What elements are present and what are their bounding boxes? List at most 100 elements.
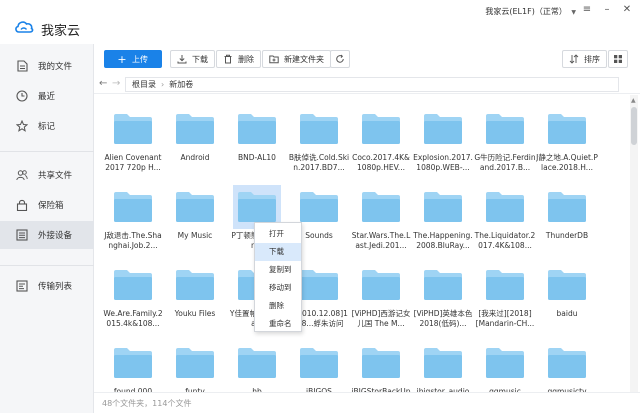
file-item[interactable]: iBIGOS	[288, 341, 350, 392]
file-icon	[16, 60, 28, 72]
grid-view-icon	[613, 54, 623, 64]
close-icon[interactable]: ✕	[620, 3, 634, 17]
file-name: We.Are.Family.2015.4k&108...	[103, 309, 163, 328]
file-item[interactable]: J静之地.A.Quiet.Place.2018.H...	[536, 107, 598, 173]
sidebar-item-label: 标记	[38, 122, 56, 132]
file-item[interactable]: My Music	[164, 185, 226, 251]
forward-arrow-icon[interactable]: →	[112, 78, 120, 89]
sidebar-item-external-devices[interactable]: 外接设备	[0, 221, 94, 249]
context-menu-rename[interactable]: 重命名	[255, 315, 301, 333]
chevron-down-icon: ▼	[571, 9, 576, 16]
file-item[interactable]: qqmusictv	[536, 341, 598, 392]
refresh-button[interactable]	[330, 50, 350, 68]
file-item[interactable]: baidu	[536, 263, 598, 329]
sidebar-item-transfers[interactable]: 传输列表	[0, 272, 94, 300]
scrollbar-thumb[interactable]	[631, 107, 637, 145]
file-name: My Music	[177, 231, 213, 240]
file-item[interactable]: funtv	[164, 341, 226, 392]
sidebar-item-label: 共享文件	[38, 171, 73, 181]
folder-icon	[114, 192, 152, 222]
sidebar-item-shared[interactable]: 共享文件	[0, 161, 94, 189]
back-arrow-icon[interactable]: ←	[99, 78, 107, 89]
download-button[interactable]: 下载	[170, 50, 215, 68]
scroll-up-icon[interactable]: ▲	[631, 97, 636, 104]
file-item[interactable]: hb	[226, 341, 288, 392]
file-item[interactable]: Youku Files	[164, 263, 226, 329]
file-item[interactable]: iBIGStorBackUp	[350, 341, 412, 392]
file-name: Android	[180, 153, 210, 162]
delete-button[interactable]: 删除	[216, 50, 261, 68]
sort-label: 排序	[584, 54, 600, 64]
file-item[interactable]: The.Happening.2008.BluRay...	[412, 185, 474, 251]
file-item[interactable]: B肤倬诜.Cold.Skin.2017.BD7...	[288, 107, 350, 173]
context-menu-download[interactable]: 下载	[255, 243, 301, 261]
folder-icon-wrapper	[233, 107, 281, 151]
users-icon	[16, 169, 28, 181]
file-item[interactable]: [ViPHD]西游记女儿国 The M...	[350, 263, 412, 329]
file-item[interactable]: [我来过][2018][Mandarin-CH...	[474, 263, 536, 329]
folder-icon	[548, 114, 586, 144]
sidebar-item-my-files[interactable]: 我的文件	[0, 52, 94, 80]
file-item[interactable]: BND-AL10	[226, 107, 288, 173]
folder-icon-wrapper	[171, 107, 219, 151]
vertical-scrollbar[interactable]: ▲	[630, 95, 638, 392]
sidebar-item-label: 保险箱	[38, 201, 64, 211]
file-item[interactable]: Coco.2017.4K&1080p.HEV...	[350, 107, 412, 173]
file-item[interactable]: Star.Wars.The.Last.Jedi.201...	[350, 185, 412, 251]
file-item[interactable]: ibigstor_audio	[412, 341, 474, 392]
folder-icon-wrapper	[171, 341, 219, 385]
menu-icon[interactable]: ≡	[580, 3, 594, 17]
folder-icon-wrapper	[481, 263, 529, 307]
folder-icon	[424, 114, 462, 144]
file-item[interactable]: Explosion.2017.1080p.WEB-...	[412, 107, 474, 173]
sort-button[interactable]: 排序	[562, 50, 607, 68]
upload-button[interactable]: + 上传	[104, 50, 162, 68]
folder-icon-wrapper	[171, 263, 219, 307]
file-item[interactable]: qqmusic	[474, 341, 536, 392]
file-item[interactable]: found.000	[102, 341, 164, 392]
folder-icon-wrapper	[481, 107, 529, 151]
sidebar-item-label: 我的文件	[38, 62, 73, 72]
transfer-icon	[16, 280, 28, 292]
view-toggle-button[interactable]	[608, 50, 628, 68]
context-menu-delete[interactable]: 删除	[255, 297, 301, 315]
file-name: J敌退击.The.Shanghai.Job.2...	[104, 231, 162, 250]
file-name: The.Happening.2008.BluRay...	[413, 231, 473, 250]
star-icon	[16, 120, 28, 132]
status-bar: 48个文件夹，114个文件	[94, 392, 640, 413]
context-menu-copy-to[interactable]: 复制到	[255, 261, 301, 279]
file-item[interactable]: G牛历险记.Ferdinand.2017.B...	[474, 107, 536, 173]
folder-icon-wrapper	[481, 341, 529, 385]
new-folder-button[interactable]: 新建文件夹	[262, 50, 331, 68]
sidebar-item-safe[interactable]: 保险箱	[0, 191, 94, 219]
file-name: Coco.2017.4K&1080p.HEV...	[352, 153, 410, 172]
file-name: The.Liquidator.2017.4K&108...	[474, 231, 536, 250]
file-item[interactable]: We.Are.Family.2015.4k&108...	[102, 263, 164, 329]
file-item[interactable]: The.Liquidator.2017.4K&108...	[474, 185, 536, 251]
folder-icon-wrapper	[109, 107, 157, 151]
file-name: [我来过][2018][Mandarin-CH...	[475, 309, 535, 328]
folder-icon	[114, 270, 152, 300]
file-item[interactable]: [ViPHD]英雄本色2018(低码)...	[412, 263, 474, 329]
folder-icon	[114, 114, 152, 144]
folder-icon	[362, 114, 400, 144]
folder-icon-wrapper	[481, 185, 529, 229]
file-name: Youku Files	[174, 309, 216, 318]
context-menu-move-to[interactable]: 移动到	[255, 279, 301, 297]
folder-icon	[176, 192, 214, 222]
breadcrumb: 根目录 › 新加卷	[125, 77, 619, 92]
file-name: baidu	[556, 309, 578, 318]
sidebar-item-recent[interactable]: 最近	[0, 82, 94, 110]
file-item[interactable]: ThunderDB	[536, 185, 598, 251]
account-selector[interactable]: 我家云(EL1F)（正常） ▼	[485, 6, 576, 17]
file-item[interactable]: Android	[164, 107, 226, 173]
trash-icon	[223, 54, 233, 64]
file-item[interactable]: J敌退击.The.Shanghai.Job.2...	[102, 185, 164, 251]
sidebar-item-marked[interactable]: 标记	[0, 112, 94, 140]
context-menu-open[interactable]: 打开	[255, 225, 301, 243]
minimize-icon[interactable]: –	[600, 3, 614, 17]
file-item[interactable]: Alien Covenant 2017 720p H...	[102, 107, 164, 173]
breadcrumb-root[interactable]: 根目录	[132, 79, 156, 90]
sidebar-item-label: 外接设备	[38, 231, 73, 241]
folder-icon	[424, 348, 462, 378]
